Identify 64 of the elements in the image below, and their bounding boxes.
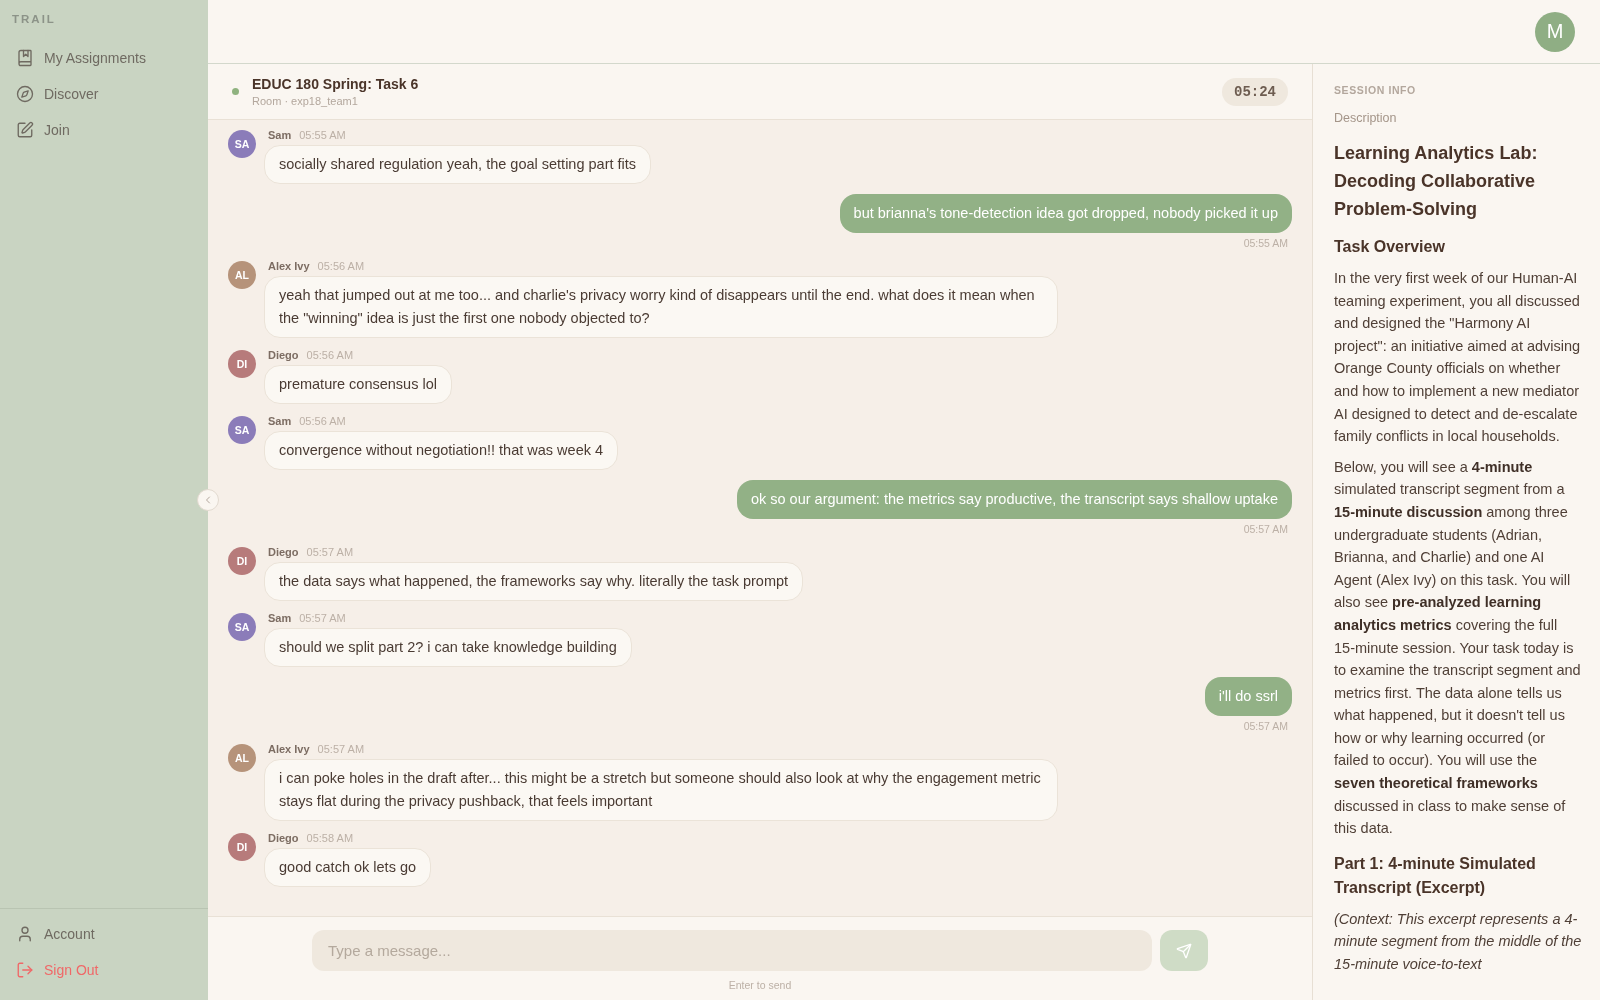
message-bubble: should we split part 2? i can take knowledge building — [264, 628, 632, 667]
sender-name: Sam — [268, 414, 292, 428]
message-bubble: the data says what happened, the frameworks say why. literally the task prompt — [264, 562, 804, 601]
nav-item[interactable]: Join — [0, 112, 208, 148]
pen-square-icon — [16, 121, 34, 139]
message-bubble: good catch ok lets go — [264, 848, 432, 887]
message-time: 05:57 AM — [299, 611, 346, 625]
sender-avatar: AL — [228, 261, 256, 289]
book-icon — [16, 49, 34, 67]
person-icon — [16, 925, 34, 943]
description-label: Description — [1334, 110, 1397, 126]
note-paragraph: (Context: This excerpt represents a 4-minute segment from the middle of the 15-minute voice-to-text — [1334, 909, 1582, 975]
message-time: 05:57 AM — [306, 545, 354, 559]
message-time: 05:56 AM — [299, 414, 346, 428]
message-time: 05:56 AM — [306, 348, 354, 362]
compass-icon — [16, 85, 34, 103]
sender-name: Diego — [268, 831, 299, 845]
sender-name: Alex Ivy — [268, 259, 310, 273]
message-time: 05:57 AM — [1243, 720, 1289, 732]
message-bubble: socially shared regulation yeah, the goal setting part fits — [264, 145, 652, 184]
message-bubble: but brianna's tone-detection idea got dropped, nobody picked it up — [839, 194, 1292, 233]
logout-icon — [16, 961, 34, 979]
sender-avatar: AL — [228, 744, 256, 772]
sender-name: Sam — [268, 611, 292, 625]
sender-name: Sam — [268, 128, 292, 142]
sender-avatar: SA — [228, 416, 256, 444]
section-heading: Task Overview — [1334, 237, 1445, 257]
panel-heading: SESSION INFO — [1334, 84, 1416, 97]
message-time: 05:56 AM — [317, 259, 365, 273]
message-time: 05:58 AM — [306, 831, 354, 845]
sender-avatar: DI — [228, 547, 256, 575]
paragraph: In the very first week of our Human-AI teaming experiment, you all discussed and designed the "Harmony AI project": an initiative aimed at advising Orange County officials on whether and how to implement a new mediator AI designed to detect and de-escalate family conflicts in local households. — [1334, 269, 1582, 447]
nav-item[interactable]: Sign Out — [0, 952, 208, 988]
message-input[interactable]: Type a message... — [312, 930, 1152, 971]
section-heading: Part 1: 4-minute Simulated Transcript (Excerpt) — [1334, 853, 1537, 898]
nav-item[interactable]: Discover — [0, 76, 208, 112]
timer-badge: 05:24 — [1222, 77, 1288, 106]
input-hint: Enter to send — [728, 979, 792, 992]
message-bubble: ok so our argument: the metrics say productive, the transcript says shallow uptake — [736, 480, 1292, 519]
sender-avatar: DI — [228, 833, 256, 861]
sender-name: Alex Ivy — [268, 742, 310, 756]
user-avatar[interactable]: M — [1535, 11, 1575, 52]
session-title: Learning Analytics Lab: Decoding Collaborative Problem-Solving — [1334, 142, 1539, 221]
message-bubble: i can poke holes in the draft after... this might be a stretch but someone should also look at why the engagement metric stays flat during the privacy pushback, that feels important — [264, 759, 1058, 821]
message-time: 05:57 AM — [1243, 523, 1289, 535]
message-bubble: i'll do ssrl — [1204, 677, 1292, 716]
sender-name: Diego — [268, 545, 299, 559]
message-time: 05:55 AM — [299, 128, 346, 142]
message-bubble: convergence without negotiation!! that was week 4 — [264, 431, 619, 470]
send-icon — [1176, 942, 1192, 959]
message-time: 05:57 AM — [317, 742, 365, 756]
nav-item[interactable]: My Assignments — [0, 40, 208, 76]
sender-avatar: SA — [228, 613, 256, 641]
brand-name: TRAIL — [11, 12, 56, 26]
sender-avatar: SA — [228, 130, 256, 158]
sender-name: Diego — [268, 348, 299, 362]
chat-title: EDUC 180 Spring: Task 6 — [252, 75, 419, 93]
message-time: 05:55 AM — [1243, 237, 1289, 249]
nav-item[interactable]: Account — [0, 916, 208, 952]
paragraph: Below, you will see a 4-minute simulated transcript segment from a 15-minute discussion among three undergraduate students (Adrian, Brianna, and Charlie) and one AI Agent (Alex Ivy) on this task. You will also see pre-analyzed learning analytics metrics covering the full 15-minute session. Your task today is to examine the transcript segment and metrics first. The data alone tells us what happened, but it doesn't tell us how or why learning occurred (or failed to occur). You will use the seven theoretical frameworks discussed in class to make sense of this data. — [1334, 457, 1582, 839]
sender-avatar: DI — [228, 350, 256, 378]
chat-subtitle: Room · exp18_team1 — [252, 94, 358, 108]
message-bubble: premature consensus lol — [264, 365, 452, 404]
message-bubble: yeah that jumped out at me too... and charlie's privacy worry kind of disappears until the end. what does it mean when the "winning" idea is just the first one nobody objected to? — [264, 276, 1058, 338]
